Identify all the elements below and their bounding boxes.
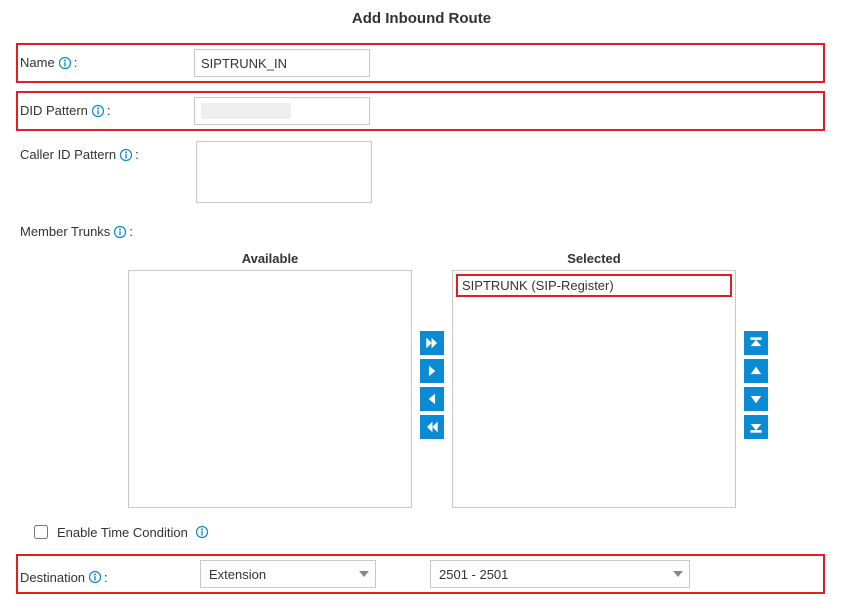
- time-condition-checkbox[interactable]: [34, 525, 48, 539]
- info-icon[interactable]: [88, 570, 102, 584]
- row-destination: Destination : Extension 2501 - 2501: [18, 556, 823, 592]
- destination-label: Destination: [20, 570, 85, 585]
- destination-type-value: Extension: [209, 567, 266, 582]
- destination-type-select[interactable]: Extension: [200, 560, 376, 588]
- info-icon[interactable]: [119, 148, 133, 162]
- colon: :: [129, 224, 133, 239]
- row-time-condition: Enable Time Condition: [30, 522, 823, 542]
- destination-target-value: 2501 - 2501: [439, 567, 508, 582]
- caret-down-icon: [673, 571, 683, 577]
- page-title: Add Inbound Route: [20, 10, 823, 27]
- move-bottom-button[interactable]: [744, 415, 768, 439]
- move-all-right-button[interactable]: [420, 331, 444, 355]
- available-header: Available: [128, 251, 412, 266]
- did-label: DID Pattern: [20, 103, 88, 118]
- info-icon[interactable]: [91, 104, 105, 118]
- info-icon[interactable]: [113, 225, 127, 239]
- did-input[interactable]: [194, 97, 370, 125]
- move-top-button[interactable]: [744, 331, 768, 355]
- cid-textarea[interactable]: [196, 141, 372, 203]
- row-did: DID Pattern :: [18, 93, 823, 129]
- did-blurred-value: [201, 103, 291, 119]
- caret-down-icon: [359, 571, 369, 577]
- move-up-button[interactable]: [744, 359, 768, 383]
- move-right-button[interactable]: [420, 359, 444, 383]
- available-listbox[interactable]: [128, 270, 412, 508]
- cid-label: Caller ID Pattern: [20, 147, 116, 162]
- colon: :: [74, 55, 78, 70]
- selected-header: Selected: [452, 251, 736, 266]
- name-input[interactable]: [194, 49, 370, 77]
- selected-listbox[interactable]: SIPTRUNK (SIP-Register): [452, 270, 736, 508]
- info-icon[interactable]: [195, 525, 209, 539]
- info-icon[interactable]: [58, 56, 72, 70]
- dual-list: Available Selected SIPTRUNK (SIP-Registe…: [128, 251, 823, 508]
- colon: :: [135, 147, 139, 162]
- row-name: Name :: [18, 45, 823, 81]
- move-down-button[interactable]: [744, 387, 768, 411]
- move-buttons: [420, 331, 444, 439]
- time-condition-label: Enable Time Condition: [57, 525, 188, 540]
- member-trunks-label: Member Trunks: [20, 224, 110, 239]
- order-buttons: [744, 331, 768, 439]
- destination-target-select[interactable]: 2501 - 2501: [430, 560, 690, 588]
- colon: :: [104, 570, 108, 585]
- row-cid: Caller ID Pattern :: [20, 141, 823, 206]
- move-all-left-button[interactable]: [420, 415, 444, 439]
- row-member-trunks: Member Trunks :: [20, 218, 823, 239]
- name-label: Name: [20, 55, 55, 70]
- list-item[interactable]: SIPTRUNK (SIP-Register): [456, 274, 732, 297]
- move-left-button[interactable]: [420, 387, 444, 411]
- colon: :: [107, 103, 111, 118]
